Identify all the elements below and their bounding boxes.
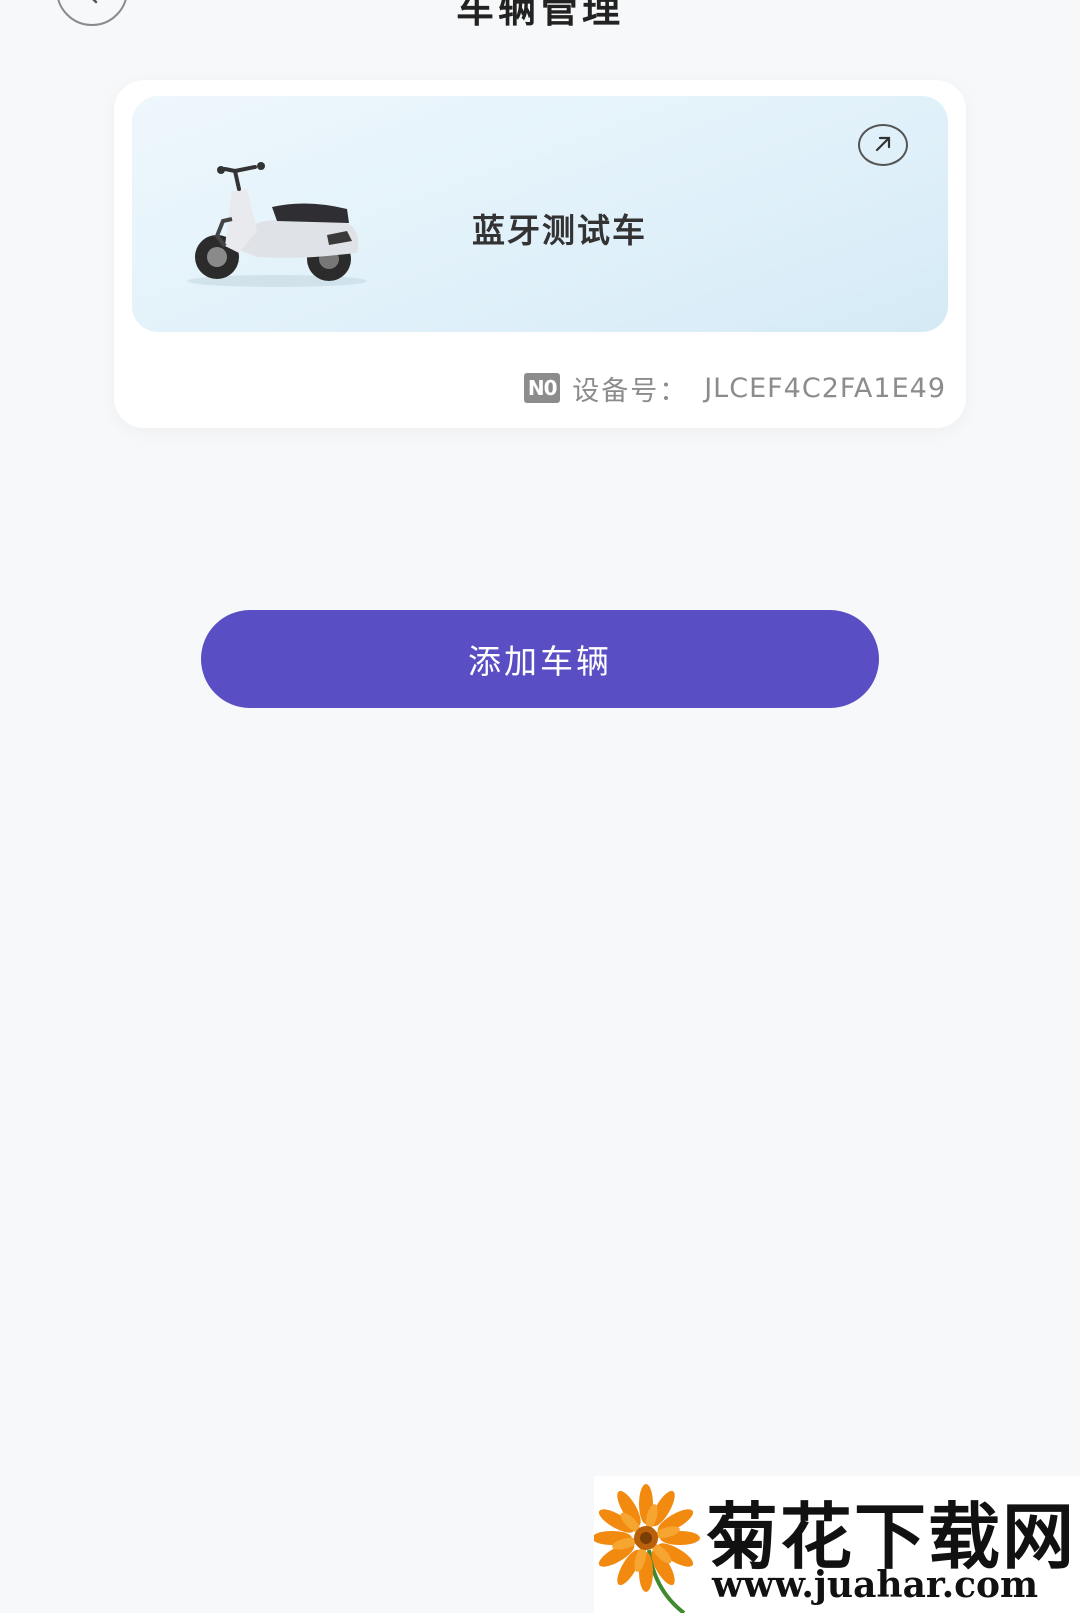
watermark: 菊花下载网 www.juahar.com — [594, 1476, 1080, 1613]
vehicle-card[interactable]: 蓝牙测试车 N0 设备号： JLCEF4C2FA1E49 — [114, 80, 966, 428]
arrow-up-right-icon — [875, 136, 891, 152]
add-vehicle-button[interactable]: 添加车辆 — [201, 610, 879, 708]
device-number-value: JLCEF4C2FA1E49 — [704, 372, 946, 404]
vehicle-name: 蓝牙测试车 — [472, 211, 647, 250]
number-icon: N0 — [524, 373, 561, 403]
device-number-row: N0 设备号： JLCEF4C2FA1E49 — [524, 370, 946, 407]
page-title: 车辆管理 — [455, 0, 624, 31]
vehicle-detail-button[interactable] — [858, 124, 908, 166]
flower-logo — [594, 1484, 700, 1613]
scooter-image — [187, 162, 367, 287]
watermark-url: www.juahar.com — [712, 1564, 1039, 1606]
vehicle-banner[interactable]: 蓝牙测试车 — [132, 96, 948, 332]
device-number-label: 设备号： — [572, 375, 689, 407]
